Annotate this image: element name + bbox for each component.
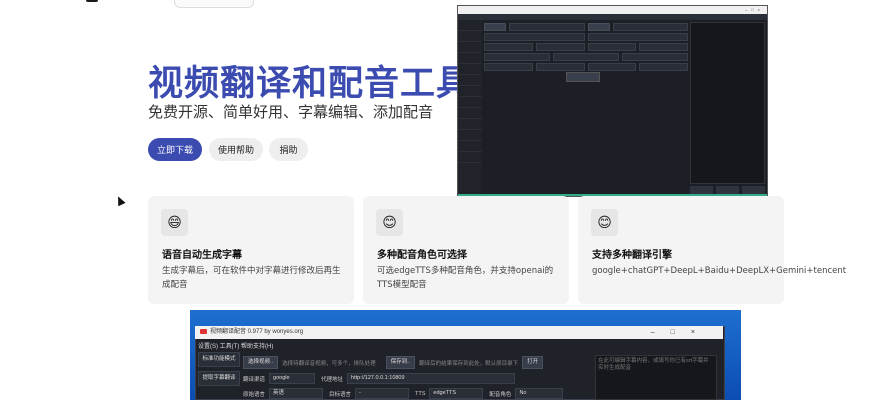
target-lang-select: - <box>355 388 410 399</box>
open-button: 打开 <box>522 356 544 369</box>
sidebar-item-standard-mode: 标准功能模式 <box>198 352 240 367</box>
page-title: 视频翻译和配音工具 <box>148 64 473 104</box>
feature-card-subtitles: 😄 语音自动生成字幕 生成字幕后，可在软件中对字幕进行修改后再生成配音 <box>148 196 354 304</box>
select-video-hint: 选择待翻译音视频，可多个，排队处理 <box>282 360 376 367</box>
source-lang-label: 原始语言 <box>243 391 266 398</box>
app-row-languages: 原始语言 英语 目标语言 - TTS edgeTTS 配音角色 No <box>243 388 564 399</box>
feature-card-voices: 😊 多种配音角色可选择 可选edgeTTS多种配音角色，并支持openai的TT… <box>363 196 569 304</box>
smiling-face-icon: 😊 <box>591 209 618 236</box>
window-controls: –□× <box>650 329 711 336</box>
translate-channel-label: 翻译渠道 <box>243 376 266 383</box>
save-to-button: 保存到.. <box>385 356 416 369</box>
proxy-label: 代理地址 <box>321 376 344 383</box>
screenshot-menubar <box>458 14 767 20</box>
smiling-face-icon: 😊 <box>376 209 403 236</box>
app-screenshot-top: –□× <box>457 5 768 197</box>
app-screenshot-bottom: 视频翻译配音 0.977 by wonyes.org –□× 设置(S) 工具(… <box>190 310 741 400</box>
donate-button[interactable]: 捐助 <box>269 138 308 161</box>
tts-label: TTS <box>415 390 426 397</box>
window-controls: –□× <box>745 7 764 12</box>
app-row-translate: 翻译渠道 google 代理地址 http://127.0.0.1:10809 <box>243 373 516 384</box>
feature-description: google+chatGPT+DeepL+Baidu+DeepLX+Gemini… <box>592 266 847 276</box>
feature-description: 生成字幕后，可在软件中对字幕进行修改后再生成配音 <box>162 266 341 290</box>
app-menubar: 设置(S) 工具(T) 帮助支持(H) <box>198 344 274 350</box>
screenshot-form <box>484 22 688 72</box>
voice-select: No <box>515 388 564 399</box>
screenshot-subtitle-pane <box>690 22 765 184</box>
feature-title: 语音自动生成字幕 <box>162 250 242 261</box>
proxy-field: http://127.0.0.1:10809 <box>347 373 516 384</box>
screenshot-titlebar: –□× <box>458 6 767 14</box>
app-logo-icon <box>200 328 207 334</box>
target-lang-label: 目标语言 <box>329 391 352 398</box>
app-subtitle-editor: 在此可编辑字幕内容，或填写你已有srt字幕并实时生成配音 <box>595 355 717 400</box>
feature-card-translation: 😊 支持多种翻译引擎 google+chatGPT+DeepL+Baidu+De… <box>578 196 847 304</box>
screenshot-bottom-bar <box>690 186 765 194</box>
site-logo[interactable] <box>86 0 98 2</box>
translate-channel-select: google <box>269 373 316 384</box>
sidebar-item-extract-subtitles: 提取字幕翻译 <box>198 371 240 386</box>
app-row-files: 选择视频.. 选择待翻译音视频，可多个，排队处理 保存到.. 翻译后的结果保存到… <box>243 356 544 369</box>
tts-select: edgeTTS <box>429 388 484 399</box>
app-titlebar: 视频翻译配音 0.977 by wonyes.org –□× <box>195 326 723 339</box>
mouse-cursor-icon <box>114 194 126 207</box>
search-input[interactable] <box>174 0 254 8</box>
page-subtitle: 免费开源、简单好用、字幕编辑、添加配音 <box>148 103 434 121</box>
voice-label: 配音角色 <box>489 391 512 398</box>
screenshot-start-button <box>566 72 600 82</box>
grinning-face-icon: 😄 <box>161 209 188 236</box>
screenshot-sidebar <box>458 20 482 196</box>
feature-title: 多种配音角色可选择 <box>377 250 467 261</box>
help-button[interactable]: 使用帮助 <box>209 138 263 161</box>
source-lang-select: 英语 <box>269 388 324 399</box>
feature-description: 可选edgeTTS多种配音角色，并支持openai的TTS模型配音 <box>377 266 554 290</box>
app-sidebar: 标准功能模式 提取字幕翻译 <box>198 352 240 390</box>
select-video-button: 选择视频.. <box>243 356 279 369</box>
save-to-hint: 翻译后的结果保存到此处，默认原目录下 <box>419 360 519 367</box>
app-window-title: 视频翻译配音 0.977 by wonyes.org <box>210 329 304 335</box>
download-button[interactable]: 立即下载 <box>148 138 202 161</box>
feature-title: 支持多种翻译引擎 <box>592 250 672 261</box>
